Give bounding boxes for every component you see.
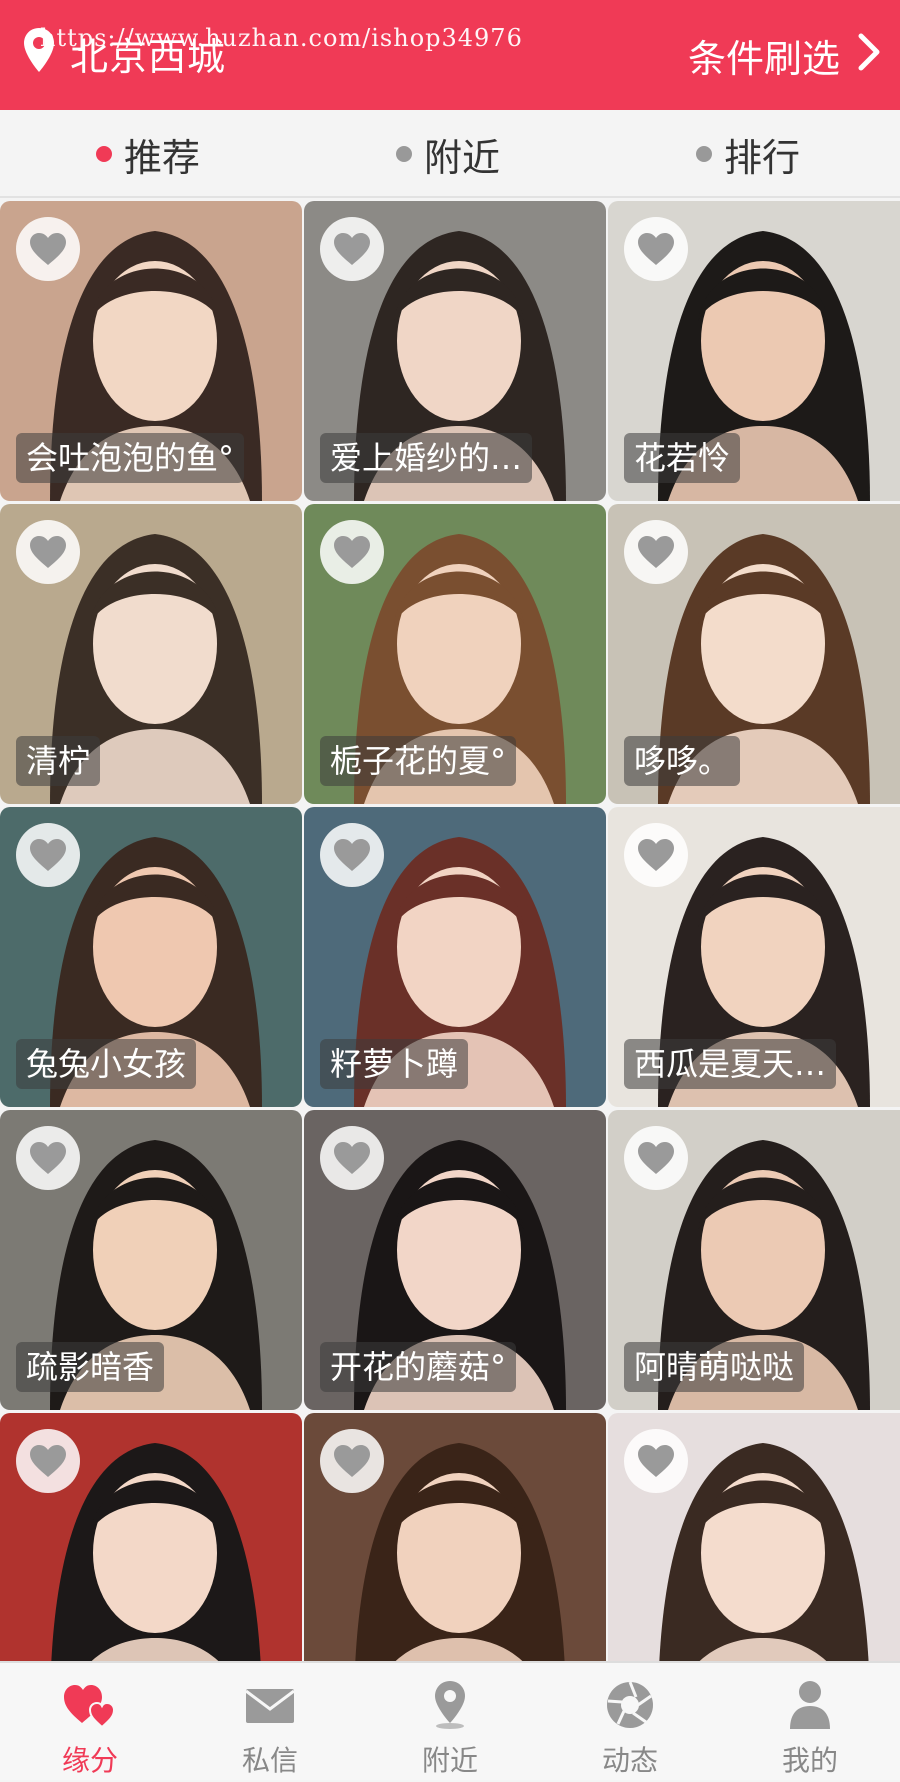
tab-ranking[interactable]: 排行 <box>696 128 800 180</box>
tab-nearby[interactable]: 附近 <box>396 128 500 180</box>
inactive-dot <box>396 146 412 162</box>
nav-item-moments[interactable]: 动态 <box>540 1663 720 1782</box>
heart-icon <box>334 839 370 871</box>
top-bar: 北京西城 https://www.huzhan.com/ishop34976 条… <box>0 0 900 110</box>
profile-card[interactable]: 栀子花的夏° <box>304 504 606 804</box>
inactive-dot <box>696 146 712 162</box>
hearts-icon <box>64 1685 116 1729</box>
heart-icon <box>334 1445 370 1477</box>
tab-bar: 推荐 附近 排行 <box>0 110 900 198</box>
envelope-icon <box>245 1689 295 1723</box>
profile-card[interactable] <box>304 1413 606 1661</box>
heart-icon <box>638 839 674 871</box>
like-button[interactable] <box>16 1429 80 1493</box>
profile-card[interactable] <box>0 1413 302 1661</box>
profile-name: 兔兔小女孩 <box>16 1039 197 1089</box>
like-button[interactable] <box>320 1126 384 1190</box>
heart-icon <box>30 233 66 265</box>
heart-icon <box>334 1142 370 1174</box>
heart-icon <box>30 839 66 871</box>
profile-card[interactable] <box>608 1413 900 1661</box>
profile-card[interactable]: 哆哆。 <box>608 504 900 804</box>
profile-card[interactable]: 阿晴萌哒哒 <box>608 1110 900 1410</box>
profile-card[interactable]: 清柠 <box>0 504 302 804</box>
heart-icon <box>638 1142 674 1174</box>
heart-icon <box>638 536 674 568</box>
like-button[interactable] <box>16 1126 80 1190</box>
heart-icon <box>638 233 674 265</box>
filter-button[interactable]: 条件刷选 <box>688 28 840 83</box>
profile-name: 爱上婚纱的… <box>320 433 533 483</box>
like-button[interactable] <box>624 1429 688 1493</box>
profile-name: 哆哆。 <box>624 736 741 786</box>
nav-item-nearby[interactable]: 附近 <box>360 1663 540 1782</box>
heart-icon <box>30 536 66 568</box>
aperture-icon <box>607 1681 653 1728</box>
like-button[interactable] <box>624 217 688 281</box>
profile-card[interactable]: 西瓜是夏天… <box>608 807 900 1107</box>
profile-card[interactable]: 兔兔小女孩 <box>0 807 302 1107</box>
nav-item-fate[interactable]: 缘分 <box>0 1663 180 1782</box>
like-button[interactable] <box>16 217 80 281</box>
profile-card[interactable]: 籽萝卜蹲 <box>304 807 606 1107</box>
profile-grid: 会吐泡泡的鱼° 爱上婚纱的… 花若怜清柠 栀子花的夏° 哆哆。兔兔小女孩 籽萝卜蹲 西瓜是夏… <box>0 201 900 1661</box>
profile-card[interactable]: 开花的蘑菇° <box>304 1110 606 1410</box>
heart-icon <box>30 1142 66 1174</box>
profile-name: 会吐泡泡的鱼° <box>16 433 245 483</box>
nav-item-me[interactable]: 我的 <box>720 1663 900 1782</box>
tab-label: 附近 <box>424 135 501 180</box>
like-button[interactable] <box>320 520 384 584</box>
nav-label: 私信 <box>241 1744 298 1777</box>
nav-label: 动态 <box>601 1744 658 1777</box>
like-button[interactable] <box>16 823 80 887</box>
like-button[interactable] <box>624 1126 688 1190</box>
heart-icon <box>334 233 370 265</box>
heart-icon <box>334 536 370 568</box>
profile-card[interactable]: 疏影暗香 <box>0 1110 302 1410</box>
like-button[interactable] <box>320 217 384 281</box>
like-button[interactable] <box>320 823 384 887</box>
tab-label: 推荐 <box>124 135 201 180</box>
profile-name: 开花的蘑菇° <box>320 1342 517 1392</box>
like-button[interactable] <box>320 1429 384 1493</box>
profile-name: 清柠 <box>16 736 101 786</box>
profile-name: 籽萝卜蹲 <box>320 1039 469 1089</box>
location-pin-icon <box>435 1681 465 1729</box>
tab-recommend[interactable]: 推荐 <box>96 128 200 180</box>
like-button[interactable] <box>624 520 688 584</box>
person-icon <box>790 1681 830 1729</box>
profile-name: 栀子花的夏° <box>320 736 517 786</box>
like-button[interactable] <box>624 823 688 887</box>
bottom-nav: 缘分 私信 附近 动态 我的 <box>0 1661 900 1780</box>
nav-item-messages[interactable]: 私信 <box>180 1663 360 1782</box>
profile-name: 西瓜是夏天… <box>624 1039 837 1089</box>
nav-label: 缘分 <box>61 1744 118 1777</box>
nav-label: 我的 <box>781 1744 838 1777</box>
profile-card[interactable]: 花若怜 <box>608 201 900 501</box>
heart-icon <box>30 1445 66 1477</box>
nav-label: 附近 <box>421 1744 478 1777</box>
profile-name: 花若怜 <box>624 433 741 483</box>
profile-name: 疏影暗香 <box>16 1342 165 1392</box>
profile-name: 阿晴萌哒哒 <box>624 1342 805 1392</box>
chevron-right-icon[interactable] <box>856 32 882 72</box>
tab-label: 排行 <box>724 135 801 180</box>
profile-card[interactable]: 会吐泡泡的鱼° <box>0 201 302 501</box>
heart-icon <box>638 1445 674 1477</box>
like-button[interactable] <box>16 520 80 584</box>
watermark-text: https://www.huzhan.com/ishop34976 <box>40 24 523 52</box>
active-dot <box>96 146 112 162</box>
profile-card[interactable]: 爱上婚纱的… <box>304 201 606 501</box>
